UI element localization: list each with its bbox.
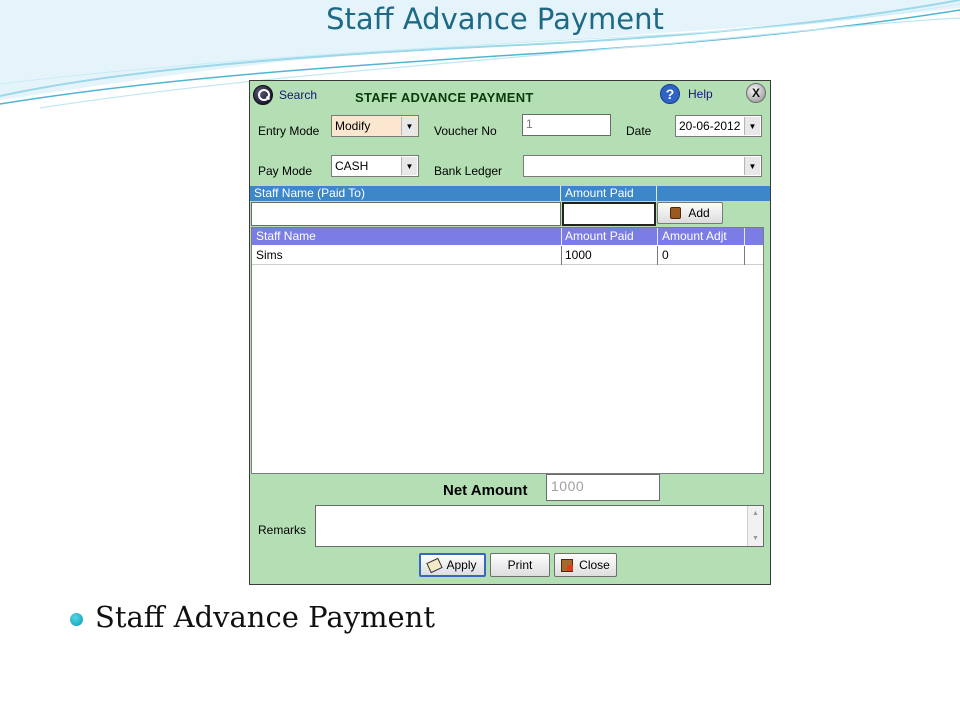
voucher-no-label: Voucher No [434,124,497,138]
row-amount-adjt: 0 [662,248,669,262]
list-col-amount-paid: Amount Paid [565,229,634,243]
apply-label: Apply [446,558,477,572]
search-label: Search [279,88,318,102]
apply-button[interactable]: Apply [419,553,486,577]
window-titlebar: Search STAFF ADVANCE PAYMENT ? Help X [250,81,770,109]
entry-mode-value: Modify [335,119,371,133]
help-button[interactable]: ? Help [660,84,713,104]
close-button[interactable]: Close [554,553,617,577]
apply-icon [426,557,444,573]
add-icon [670,207,682,219]
chevron-down-icon[interactable]: ▼ [401,117,417,135]
close-door-icon [561,558,574,572]
entry-col-amount-paid: Amount Paid [565,186,634,200]
entry-grid-header: Staff Name (Paid To) Amount Paid [250,186,770,201]
staff-name-input[interactable] [251,202,561,226]
net-amount-label: Net Amount [443,482,528,499]
search-icon [253,85,273,105]
list-grid-header: Staff Name Amount Paid Amount Adjt [252,228,763,245]
entry-mode-select[interactable]: Modify ▼ [331,115,419,137]
bank-ledger-select[interactable]: ▼ [523,155,762,177]
add-label: Add [688,206,710,220]
print-button[interactable]: Print [490,553,550,577]
bullet-text: Staff Advance Payment [95,600,435,634]
search-button[interactable]: Search [253,85,317,105]
remarks-textarea[interactable]: ▲ ▼ [315,505,764,547]
help-icon: ? [660,84,680,104]
add-button[interactable]: Add [657,202,723,224]
voucher-no-value: 1 [526,117,533,131]
scroll-up-icon[interactable]: ▲ [748,506,763,521]
print-label: Print [507,558,533,572]
remarks-label: Remarks [258,523,307,537]
voucher-no-field[interactable]: 1 [522,114,611,136]
staff-advance-payment-window: Search STAFF ADVANCE PAYMENT ? Help X En… [249,80,771,585]
help-label: Help [688,87,713,101]
pay-mode-select[interactable]: CASH ▼ [331,155,419,177]
chevron-down-icon[interactable]: ▼ [744,157,760,175]
date-label: Date [626,124,652,138]
window-close-button[interactable]: X [746,83,766,103]
pay-mode-value: CASH [335,159,369,173]
remarks-scrollbar[interactable]: ▲ ▼ [747,506,763,546]
row-amount-paid: 1000 [565,248,592,262]
slide-title: Staff Advance Payment [326,2,664,36]
chevron-down-icon[interactable]: ▼ [401,157,417,175]
entry-mode-label: Entry Mode [258,124,320,138]
window-title: STAFF ADVANCE PAYMENT [355,90,534,105]
entry-col-staff-name: Staff Name (Paid To) [254,186,365,200]
amount-paid-input[interactable] [562,202,656,226]
date-picker[interactable]: 20-06-2012 ▼ [675,115,762,137]
chevron-down-icon[interactable]: ▼ [744,117,760,135]
date-value: 20-06-2012 [679,119,741,133]
close-label: Close [579,558,610,572]
row-staff-name: Sims [256,248,283,262]
bullet-icon [70,613,83,626]
net-amount-field: 1000 [546,474,660,501]
table-row[interactable]: Sims 1000 0 [252,246,763,265]
pay-mode-label: Pay Mode [258,164,313,178]
bank-ledger-label: Bank Ledger [434,164,503,178]
list-col-amount-adjt: Amount Adjt [662,229,727,243]
scroll-down-icon[interactable]: ▼ [748,531,763,546]
list-col-staff-name: Staff Name [256,229,316,243]
staff-payment-list[interactable]: Staff Name Amount Paid Amount Adjt Sims … [251,227,764,474]
